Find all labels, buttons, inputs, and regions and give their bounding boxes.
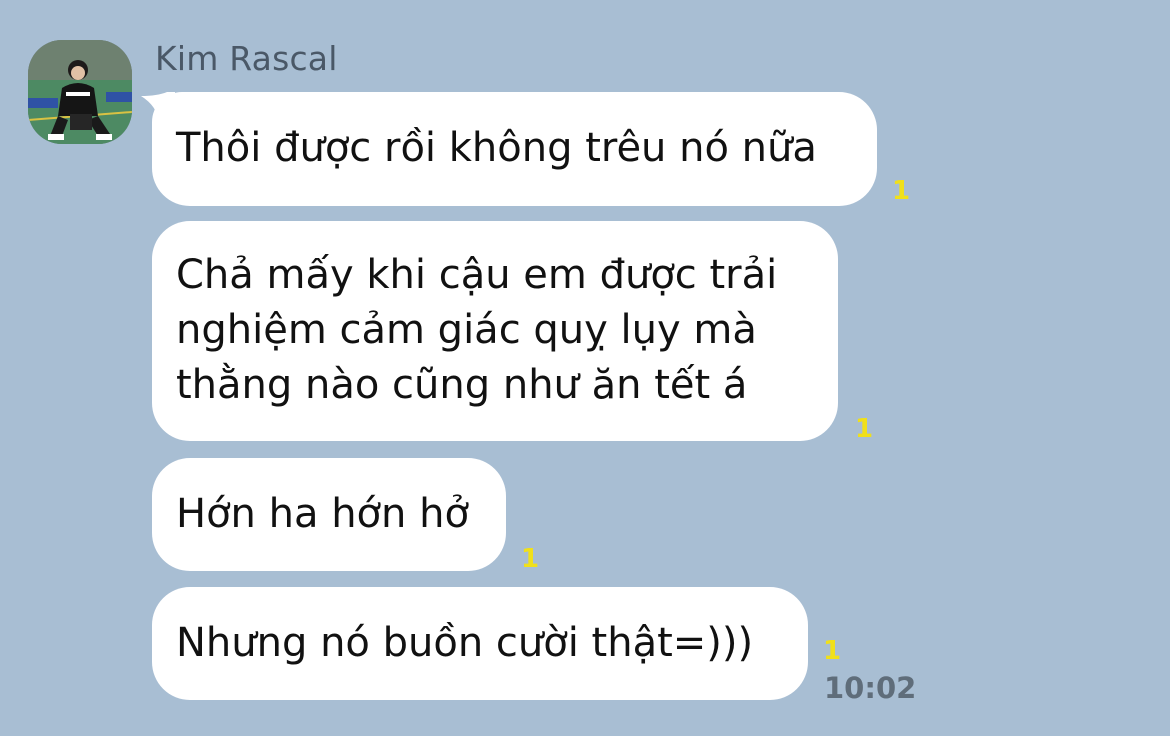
message-text: Nhưng nó buồn cười thật=))) [176, 620, 754, 666]
avatar[interactable] [28, 40, 132, 144]
profile-photo-icon [28, 40, 132, 144]
message-text: Hớn ha hớn hở [176, 491, 469, 537]
message-text: Thôi được rồi không trêu nó nữa [176, 125, 817, 171]
message-bubble[interactable]: Nhưng nó buồn cười thật=))) [152, 587, 808, 700]
message-timestamp: 10:02 [824, 671, 917, 705]
sender-name: Kim Rascal [155, 39, 338, 78]
chat-area: Kim Rascal Thôi được rồi không trêu nó n… [0, 0, 1170, 736]
unread-count: 1 [521, 544, 540, 574]
message-bubble[interactable]: Thôi được rồi không trêu nó nữa [152, 92, 877, 206]
message-text: Chả mấy khi cậu em được trải nghiệm cảm … [176, 252, 778, 408]
message-bubble[interactable]: Hớn ha hớn hở [152, 458, 506, 571]
message-bubble[interactable]: Chả mấy khi cậu em được trải nghiệm cảm … [152, 221, 838, 441]
unread-count: 1 [892, 176, 911, 206]
unread-count: 1 [823, 636, 842, 666]
unread-count: 1 [855, 414, 874, 444]
